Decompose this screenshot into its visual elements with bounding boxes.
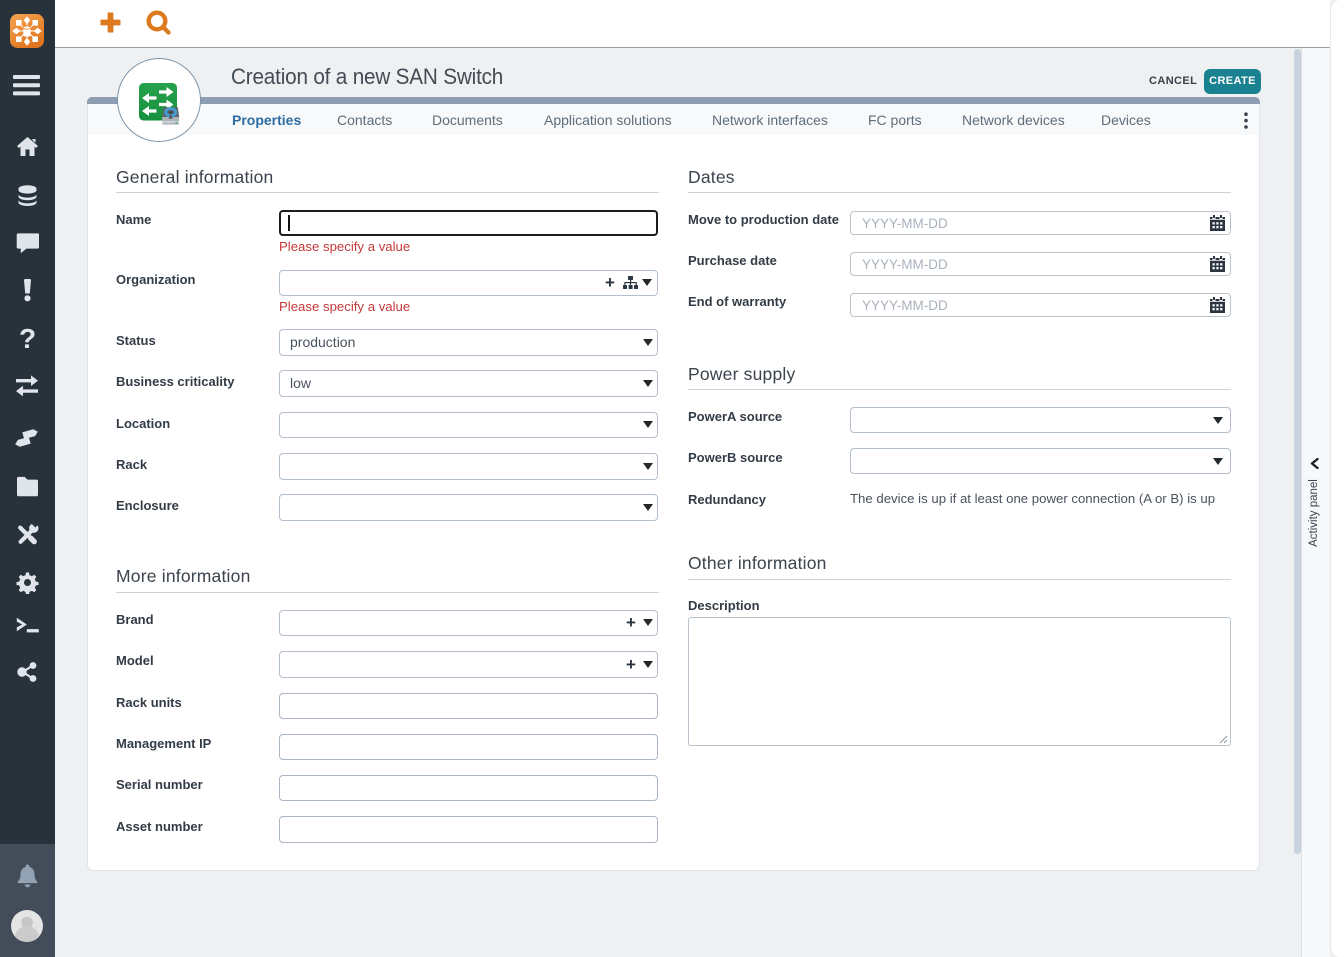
svg-text:?: ? <box>19 327 36 350</box>
